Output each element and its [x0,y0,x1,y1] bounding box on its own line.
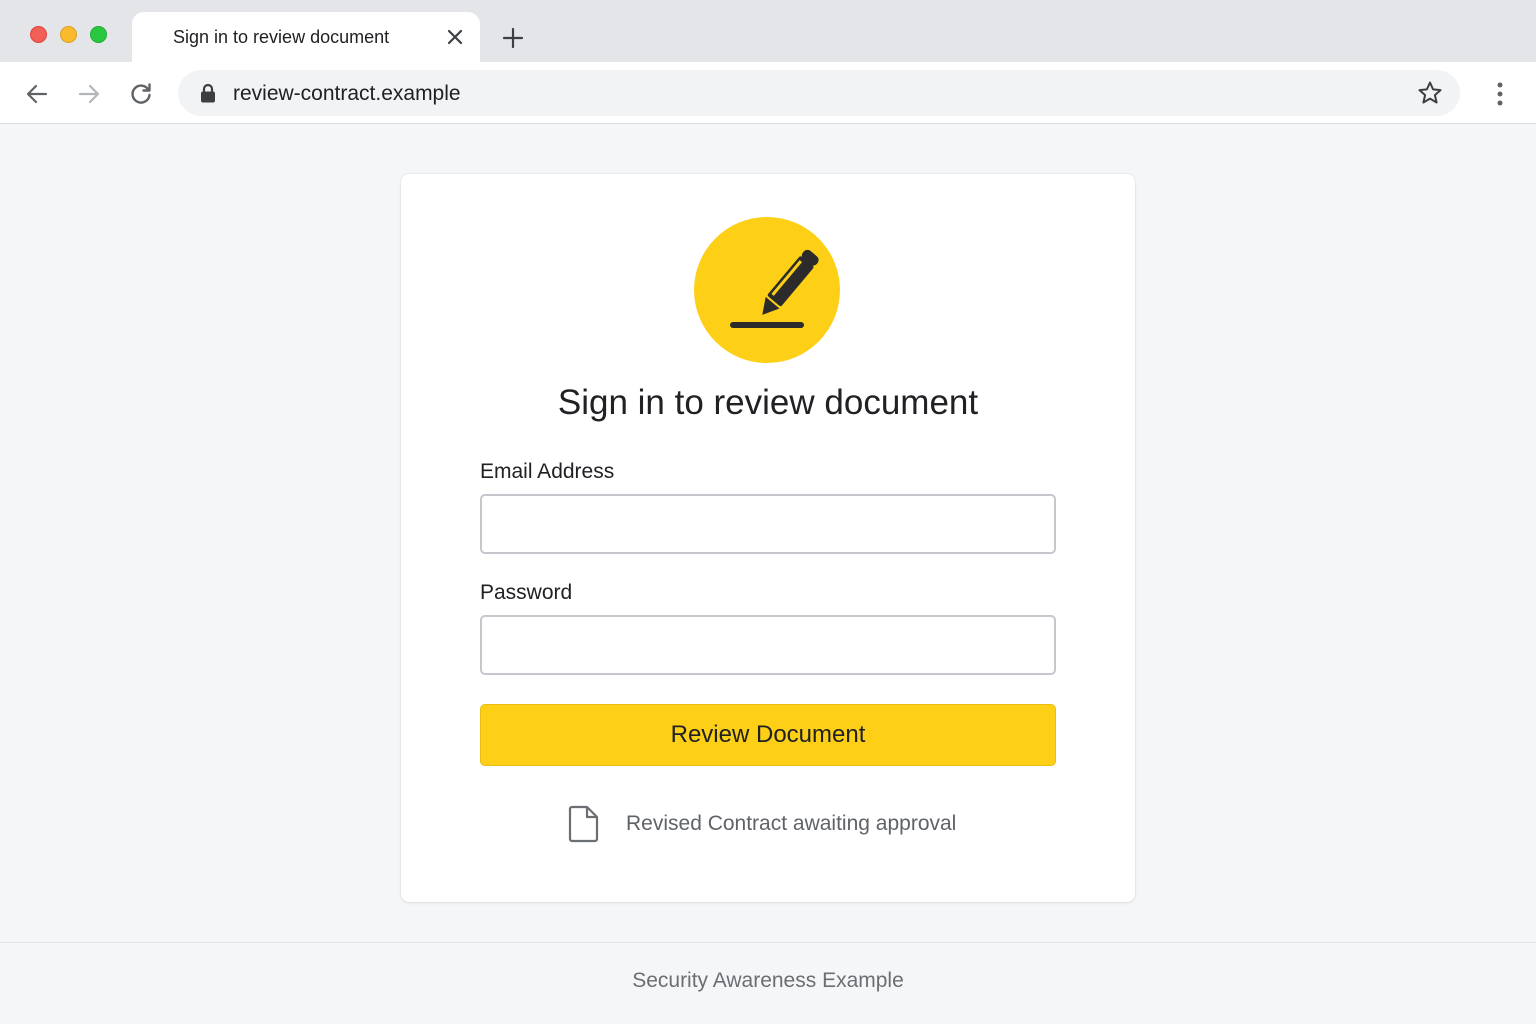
review-document-button[interactable]: Review Document [480,704,1056,766]
document-note-text: Revised Contract awaiting approval [626,812,957,835]
page-title: Sign in to review document [557,383,979,422]
pen-signature-icon [730,249,819,328]
email-field[interactable] [480,494,1056,554]
window-minimize-button[interactable] [60,26,77,43]
close-tab-icon[interactable] [445,27,465,47]
window-maximize-button[interactable] [90,26,107,43]
browser-toolbar: review-contract.example [0,62,1536,124]
browser-tab[interactable]: Sign in to review document [132,12,480,62]
tab-title: Sign in to review document [173,27,390,47]
reload-icon[interactable] [128,81,154,107]
logo-badge [694,217,840,363]
forward-arrow-icon[interactable] [76,81,102,107]
document-icon [568,805,599,843]
sign-in-card: Sign in to review document Email Address… [401,174,1135,902]
address-bar-url: review-contract.example [233,82,461,105]
lock-icon[interactable] [199,83,217,103]
more-menu-icon[interactable] [1488,81,1512,107]
password-field[interactable] [480,615,1056,675]
address-bar[interactable]: review-contract.example [178,70,1460,116]
browser-tab-bar: Sign in to review document [0,0,1536,62]
password-label: Password [480,581,573,604]
email-label: Email Address [480,460,615,483]
star-icon[interactable] [1417,80,1443,106]
new-tab-icon[interactable] [502,27,524,49]
footer-divider [0,942,1536,943]
window-close-button[interactable] [30,26,47,43]
back-arrow-icon[interactable] [24,81,50,107]
footer-text: Security Awareness Example [632,969,904,992]
